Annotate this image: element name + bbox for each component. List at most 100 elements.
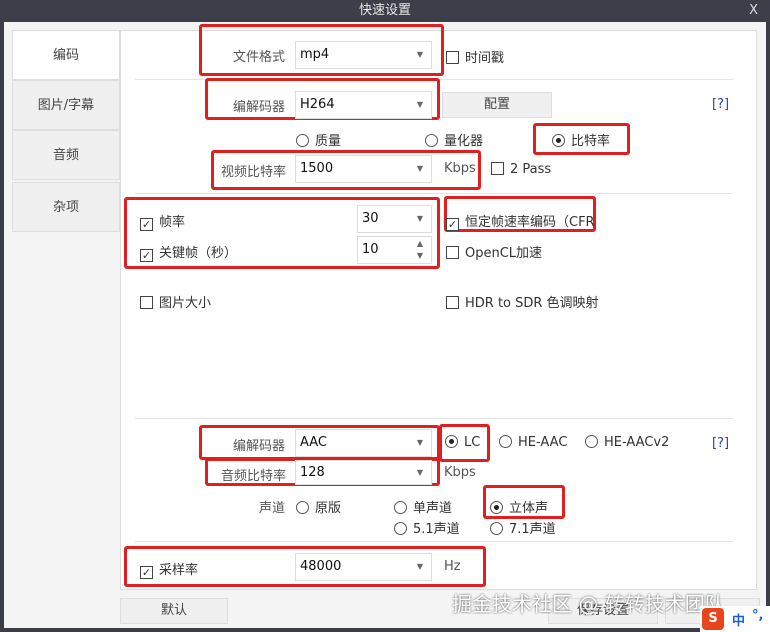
radio-icon [499,435,512,448]
audio-help-link[interactable]: [?] [712,436,729,451]
radio-label: 质量 [315,134,342,149]
divider [135,193,733,194]
channel-original-radio[interactable]: 原版 [296,497,341,516]
channel-label: 声道 [259,501,286,516]
ime-toolbar[interactable]: S 中 °, [700,606,770,632]
samplerate-checkbox[interactable]: ✓ 采样率 [140,559,198,579]
channel-stereo-radio[interactable]: 立体声 [490,497,548,516]
radio-icon [490,522,503,535]
audio-bitrate-value: 128 [300,465,325,480]
audio-bitrate-unit: Kbps [444,465,476,480]
samplerate-label: 采样率 [159,563,199,578]
radio-label: 单声道 [413,501,453,516]
audio-codec-label: 编解码器 [233,439,286,454]
video-codec-value: H264 [300,97,335,112]
audio-codec-value: AAC [300,435,327,450]
video-codec-select[interactable]: H264 ▼ [295,91,432,119]
picture-size-checkbox[interactable]: 图片大小 [140,292,211,311]
audio-bitrate-label: 音频比特率 [221,469,287,484]
radio-label: 立体声 [509,501,549,516]
radio-icon [296,501,309,514]
profile-heaacv2-radio[interactable]: HE-AACv2 [585,435,669,450]
format-select[interactable]: mp4 ▼ [295,41,432,69]
chevron-down-icon: ▼ [416,562,423,571]
framerate-checkbox[interactable]: ✓ 帧率 [140,211,185,231]
channel-mono-radio[interactable]: 单声道 [394,497,452,516]
chevron-down-icon: ▼ [416,164,423,173]
close-button[interactable]: X [749,0,758,22]
tab-picture-subtitle[interactable]: 图片/字幕 [12,80,120,130]
audio-bitrate-select[interactable]: 128 ▼ [295,460,432,485]
radio-label: 量化器 [444,134,484,149]
radio-icon [394,522,407,535]
hdr-checkbox[interactable]: HDR to SDR 色调映射 [446,292,599,311]
opencl-label: OpenCL加速 [465,246,543,261]
radio-icon [425,134,438,147]
twopass-checkbox[interactable]: 2 Pass [491,162,551,177]
radio-label: 7.1声道 [509,522,556,537]
radio-icon [296,134,309,147]
mode-quantizer-radio[interactable]: 量化器 [425,130,483,149]
radio-icon [394,501,407,514]
check-icon: ✓ [446,218,459,231]
picture-size-label: 图片大小 [159,296,212,311]
video-bitrate-label: 视频比特率 [221,165,287,180]
mode-quality-radio[interactable]: 质量 [296,130,341,149]
radio-selected-icon [445,435,458,448]
radio-selected-icon [490,501,503,514]
title-bar: 快速设置 [0,0,770,22]
keyframe-label: 关键帧（秒） [159,246,238,261]
mode-bitrate-radio[interactable]: 比特率 [552,130,610,149]
tab-encoding[interactable]: 编码 [12,30,120,80]
ime-punct[interactable]: °, [752,608,763,623]
keyframe-checkbox[interactable]: ✓ 关键帧（秒） [140,242,237,262]
radio-icon [585,435,598,448]
radio-label: HE-AAC [518,435,568,450]
default-button[interactable]: 默认 [120,598,228,624]
timestamp-label: 时间戳 [465,51,505,66]
framerate-value: 30 [362,211,379,226]
profile-heaac-radio[interactable]: HE-AAC [499,435,567,450]
hdr-label: HDR to SDR 色调映射 [465,296,599,311]
checkbox-icon [446,51,459,64]
keyframe-value: 10 [362,242,379,257]
ime-lang[interactable]: 中 [732,610,745,629]
check-icon: ✓ [140,218,153,231]
radio-label: 比特率 [571,134,611,149]
checkbox-icon [491,162,504,175]
radio-label: HE-AACv2 [604,435,670,450]
config-button[interactable]: 配置 [442,92,552,118]
chevron-down-icon: ▼ [416,438,423,447]
video-help-link[interactable]: [?] [712,97,729,112]
ime-logo-icon: S [702,608,724,630]
cfr-checkbox[interactable]: ✓ 恒定帧速率编码（CFR [446,211,595,231]
tab-audio[interactable]: 音频 [12,130,120,180]
checkbox-icon [140,296,153,309]
checkbox-icon [446,296,459,309]
chevron-down-icon: ▼ [416,214,423,223]
samplerate-unit: Hz [444,559,461,574]
video-bitrate-input[interactable]: 1500 ▼ [295,155,432,183]
channel-71-radio[interactable]: 7.1声道 [490,518,556,537]
radio-label: LC [464,435,481,450]
audio-codec-select[interactable]: AAC ▼ [295,429,432,457]
timestamp-checkbox[interactable]: 时间戳 [446,47,504,66]
keyframe-spinner[interactable]: 10 ▲ ▼ [357,236,432,264]
opencl-checkbox[interactable]: OpenCL加速 [446,242,542,261]
channel-51-radio[interactable]: 5.1声道 [394,518,460,537]
spin-down-icon[interactable]: ▼ [417,243,423,269]
window-title: 快速设置 [358,3,411,18]
check-icon: ✓ [140,249,153,262]
checkbox-icon [446,246,459,259]
video-codec-label: 编解码器 [233,100,286,115]
tab-misc[interactable]: 杂项 [12,182,120,232]
framerate-select[interactable]: 30 ▼ [357,205,432,233]
samplerate-select[interactable]: 48000 ▼ [295,553,432,581]
framerate-label: 帧率 [159,215,186,230]
radio-label: 5.1声道 [413,522,460,537]
radio-selected-icon [552,134,565,147]
chevron-down-icon: ▼ [416,100,423,109]
chevron-down-icon: ▼ [416,468,423,477]
samplerate-value: 48000 [300,559,342,574]
profile-lc-radio[interactable]: LC [445,435,480,450]
